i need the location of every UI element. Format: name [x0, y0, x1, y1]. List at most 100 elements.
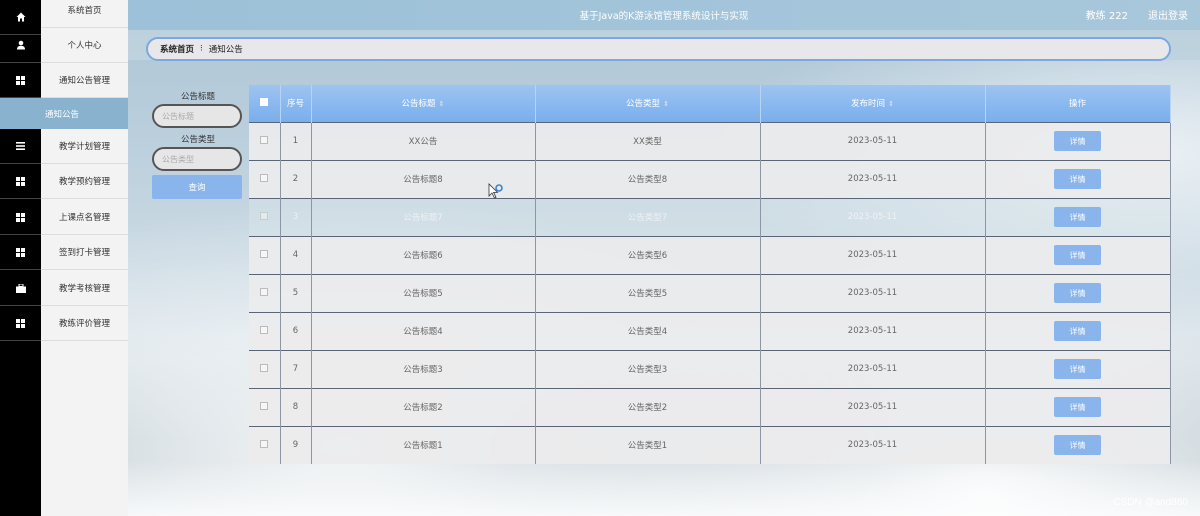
row-no: 1 [280, 121, 312, 160]
row-action-cell: 详情 [985, 425, 1171, 464]
sidebar-icon-bar [0, 0, 41, 516]
sidebar-item-evaluation[interactable]: 教练评价管理 [41, 306, 128, 341]
sidebar-icon-assessment[interactable] [0, 271, 41, 306]
row-no: 8 [280, 387, 312, 426]
row-no: 6 [280, 311, 312, 350]
sidebar-item-teaching-booking[interactable]: 教学预约管理 [41, 164, 128, 199]
row-select-cell [249, 235, 281, 274]
col-time[interactable]: 发布时间 ⇕ [760, 85, 986, 122]
sidebar-icon-checkin[interactable] [0, 235, 41, 270]
row-type: 公告类型7 [535, 197, 761, 236]
table-row: 7 公告标题3 公告类型3 2023-05-11 详情 [249, 349, 1171, 388]
title-filter-input[interactable] [152, 104, 242, 128]
row-select-cell [249, 197, 281, 236]
title-filter-label: 公告标题 [180, 92, 215, 102]
sidebar-item-home[interactable]: 系统首页 [41, 0, 128, 28]
row-checkbox[interactable] [260, 363, 269, 372]
row-no: 5 [280, 273, 312, 312]
row-action-cell: 详情 [985, 235, 1171, 274]
row-type: 公告类型2 [535, 387, 761, 426]
row-checkbox[interactable] [260, 249, 269, 258]
row-action-cell: 详情 [985, 387, 1171, 426]
row-checkbox[interactable] [260, 325, 269, 334]
app-title: 基于Java的K游泳馆管理系统设计与实现 [579, 11, 749, 22]
grid-icon [16, 247, 25, 257]
select-all-checkbox[interactable] [260, 97, 269, 106]
sidebar-item-notice-management[interactable]: 通知公告管理 [41, 63, 128, 98]
table-row: 3 公告标题7 公告类型7 2023-05-11 详情 [249, 197, 1171, 236]
current-user: 教练 222 [1085, 11, 1128, 22]
row-title: 公告标题2 [311, 387, 536, 426]
sidebar-item-assessment[interactable]: 教学考核管理 [41, 271, 128, 306]
detail-button[interactable]: 详情 [1054, 207, 1101, 227]
sort-icon[interactable]: ⇕ [663, 100, 669, 108]
table-row: 9 公告标题1 公告类型1 2023-05-11 详情 [249, 425, 1171, 464]
row-select-cell [249, 273, 281, 312]
row-time: 2023-05-11 [760, 425, 986, 464]
row-time: 2023-05-11 [760, 311, 986, 350]
row-type: 公告类型1 [535, 425, 761, 464]
sidebar-icon-rollcall[interactable] [0, 200, 41, 235]
sidebar-icon-user[interactable] [0, 28, 41, 63]
col-title[interactable]: 公告标题 ⇕ [311, 85, 536, 122]
row-title: XX公告 [311, 121, 536, 160]
home-icon [16, 12, 25, 22]
row-checkbox[interactable] [260, 439, 269, 448]
row-type: 公告类型6 [535, 235, 761, 274]
sidebar-item-rollcall[interactable]: 上课点名管理 [41, 200, 128, 235]
row-title: 公告标题3 [311, 349, 536, 388]
row-type: 公告类型8 [535, 159, 761, 198]
row-select-cell [249, 425, 281, 464]
sidebar-icon-notice[interactable] [0, 63, 41, 98]
col-type[interactable]: 公告类型 ⇕ [535, 85, 761, 122]
table-row: 1 XX公告 XX类型 2023-05-11 详情 [249, 121, 1171, 160]
row-checkbox[interactable] [260, 135, 269, 144]
row-checkbox[interactable] [260, 173, 269, 182]
row-checkbox[interactable] [260, 211, 269, 220]
sort-icon[interactable]: ⇕ [439, 100, 445, 108]
detail-button[interactable]: 详情 [1054, 131, 1101, 151]
row-time: 2023-05-11 [760, 121, 986, 160]
detail-button[interactable]: 详情 [1054, 321, 1101, 341]
row-title: 公告标题6 [311, 235, 536, 274]
user-icon [16, 40, 25, 50]
row-checkbox[interactable] [260, 287, 269, 296]
sidebar-menu: 系统首页 个人中心 通知公告管理 教学计划管理 教学预约管理 上课点名管理 签到… [41, 0, 128, 516]
logout-link[interactable]: 退出登录 [1148, 7, 1188, 22]
sidebar-subitem-notice[interactable]: 通知公告 [0, 98, 128, 129]
sort-icon[interactable]: ⇕ [888, 100, 894, 108]
grid-icon [16, 318, 25, 328]
table-row: 8 公告标题2 公告类型2 2023-05-11 详情 [249, 387, 1171, 426]
row-time: 2023-05-11 [760, 387, 986, 426]
detail-button[interactable]: 详情 [1054, 397, 1101, 417]
detail-button[interactable]: 详情 [1054, 169, 1101, 189]
col-action-label: 操作 [1068, 99, 1086, 110]
row-checkbox[interactable] [260, 401, 269, 410]
sidebar-item-teaching-plan[interactable]: 教学计划管理 [41, 129, 128, 164]
sidebar-item-checkin[interactable]: 签到打卡管理 [41, 235, 128, 270]
row-title: 公告标题5 [311, 273, 536, 312]
row-select-cell [249, 311, 281, 350]
row-type: XX类型 [535, 121, 761, 160]
watermark: CSDN @and860 [1113, 497, 1188, 508]
detail-button[interactable]: 详情 [1054, 359, 1101, 379]
sidebar-icon-evaluation[interactable] [0, 306, 41, 341]
sidebar-icon-plan[interactable] [0, 129, 41, 164]
sidebar-icon-booking[interactable] [0, 164, 41, 199]
detail-button[interactable]: 详情 [1054, 245, 1101, 265]
table-header-row: 序号 公告标题 ⇕ 公告类型 ⇕ 发布时间 ⇕ 操作 [249, 85, 1171, 122]
row-action-cell: 详情 [985, 349, 1171, 388]
detail-button[interactable]: 详情 [1054, 283, 1101, 303]
type-filter-label: 公告类型 [180, 135, 215, 145]
detail-button[interactable]: 详情 [1054, 435, 1101, 456]
row-time: 2023-05-11 [760, 235, 986, 274]
row-no: 7 [280, 349, 312, 388]
table-row: 4 公告标题6 公告类型6 2023-05-11 详情 [249, 235, 1171, 274]
type-filter-input[interactable] [152, 147, 242, 171]
row-time: 2023-05-11 [760, 159, 986, 198]
sidebar-item-profile[interactable]: 个人中心 [41, 28, 128, 63]
row-select-cell [249, 349, 281, 388]
breadcrumb-home[interactable]: 系统首页 [160, 43, 194, 55]
query-button[interactable]: 查询 [152, 175, 242, 199]
row-no: 9 [280, 425, 312, 464]
